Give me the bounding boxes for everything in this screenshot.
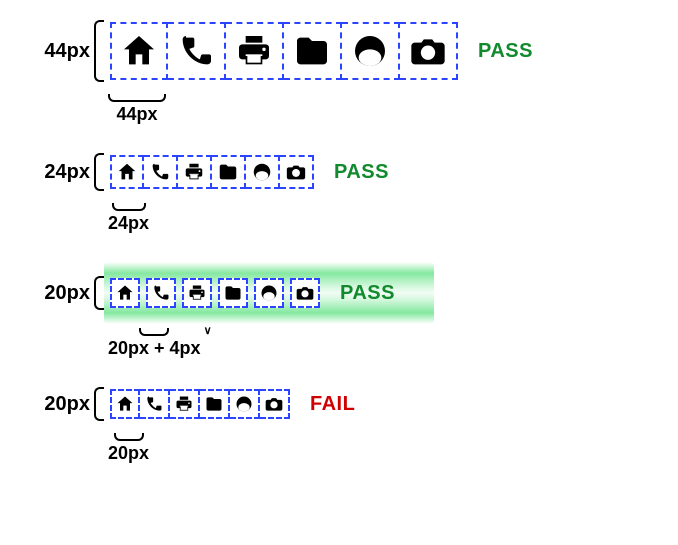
icon-target-printer[interactable] (182, 278, 212, 308)
horizontal-bracket: 24px (108, 203, 149, 234)
icon-target-face[interactable] (230, 389, 260, 419)
icon-target-phone[interactable] (140, 389, 170, 419)
status-label: PASS (478, 40, 533, 63)
row-size-label: 20px (30, 393, 94, 416)
row-20-tight: 20px FAIL (30, 387, 648, 421)
camera-icon (285, 161, 307, 183)
folder-icon (292, 31, 332, 71)
folder-icon (223, 283, 243, 303)
phone-icon (151, 283, 171, 303)
vertical-bracket (94, 276, 104, 310)
highlight-band: 20px PASS (30, 262, 648, 324)
icon-target-face[interactable] (342, 22, 400, 80)
under-size-label: 44px (116, 104, 157, 125)
folder-icon (204, 394, 224, 414)
row-size-label: 20px (30, 282, 94, 305)
under-caption-row: 24px (30, 203, 648, 234)
status-label: FAIL (310, 393, 355, 416)
icon-strip (110, 278, 320, 308)
face-icon (251, 161, 273, 183)
printer-icon (187, 283, 207, 303)
camera-icon (264, 394, 284, 414)
icon-target-home[interactable] (110, 155, 144, 189)
icon-target-printer[interactable] (170, 389, 200, 419)
icon-target-camera[interactable] (290, 278, 320, 308)
under-caption-row: 44px (30, 94, 648, 125)
row-size-label: 44px (30, 40, 94, 63)
row-size-label: 24px (30, 161, 94, 184)
camera-icon (295, 283, 315, 303)
row-20-spaced: 20px PASS (30, 276, 648, 310)
face-icon (234, 394, 254, 414)
icon-target-face[interactable] (246, 155, 280, 189)
under-size-label: 20px + 4px (108, 338, 201, 359)
phone-icon (176, 31, 216, 71)
icon-target-camera[interactable] (400, 22, 458, 80)
icon-strip (110, 155, 314, 189)
icon-target-phone[interactable] (144, 155, 178, 189)
vertical-bracket (94, 153, 104, 191)
horizontal-bracket: 20px + 4px (108, 328, 201, 359)
icon-target-home[interactable] (110, 278, 140, 308)
printer-icon (183, 161, 205, 183)
phone-icon (149, 161, 171, 183)
icon-target-folder[interactable] (284, 22, 342, 80)
status-label: PASS (334, 161, 389, 184)
icon-target-phone[interactable] (146, 278, 176, 308)
icon-target-camera[interactable] (260, 389, 290, 419)
under-caption-row: 20px + 4px ∨ (30, 328, 648, 359)
row-24: 24px PASS (30, 153, 648, 191)
home-icon (116, 161, 138, 183)
home-icon (115, 394, 135, 414)
icon-target-printer[interactable] (178, 155, 212, 189)
icon-target-printer[interactable] (226, 22, 284, 80)
row-44: 44px PASS (30, 20, 648, 82)
horizontal-bracket: 20px (108, 433, 149, 464)
under-caption-row: 20px (30, 433, 648, 464)
icon-target-phone[interactable] (168, 22, 226, 80)
icon-target-folder[interactable] (218, 278, 248, 308)
gap-bracket: ∨ (204, 328, 212, 334)
icon-target-folder[interactable] (212, 155, 246, 189)
under-size-label: 20px (108, 443, 149, 464)
camera-icon (408, 31, 448, 71)
horizontal-bracket: 44px (108, 94, 166, 125)
icon-strip (110, 22, 458, 80)
icon-strip (110, 389, 290, 419)
vertical-bracket (94, 387, 104, 421)
icon-target-face[interactable] (254, 278, 284, 308)
face-icon (259, 283, 279, 303)
printer-icon (174, 394, 194, 414)
icon-target-home[interactable] (110, 389, 140, 419)
vertical-bracket (94, 20, 104, 82)
status-label: PASS (340, 282, 395, 305)
home-icon (115, 283, 135, 303)
under-size-label: 24px (108, 213, 149, 234)
phone-icon (144, 394, 164, 414)
icon-target-folder[interactable] (200, 389, 230, 419)
home-icon (119, 31, 159, 71)
icon-target-home[interactable] (110, 22, 168, 80)
printer-icon (234, 31, 274, 71)
face-icon (350, 31, 390, 71)
icon-target-camera[interactable] (280, 155, 314, 189)
folder-icon (217, 161, 239, 183)
